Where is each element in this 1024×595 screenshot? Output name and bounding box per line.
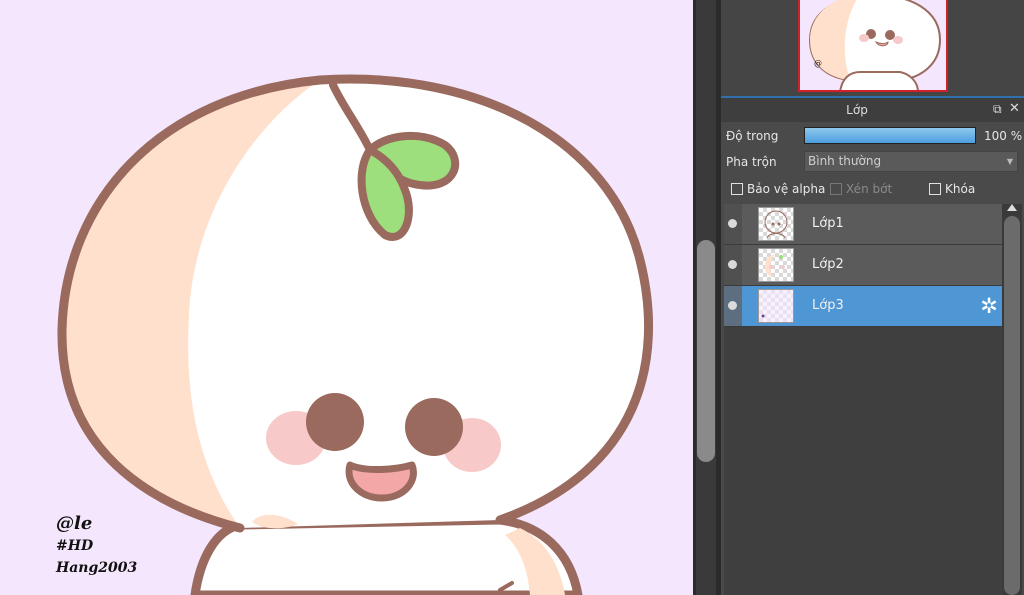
layer-name: Lớp2 [812, 257, 844, 272]
layer-thumbnail-image [759, 290, 793, 322]
navigator-preview-image: @ [808, 0, 942, 90]
visibility-dot-icon[interactable] [728, 219, 737, 228]
popout-icon[interactable]: ⧉ [993, 103, 1005, 115]
svg-text:@: @ [814, 59, 822, 68]
layer-list: Lớp1 Lớp2 Lớp3 ✲ [724, 204, 1004, 595]
protect-alpha-label: Bảo vệ alpha [747, 182, 826, 196]
signature-line-2: #HD [56, 538, 94, 554]
chevron-down-icon: ▼ [1006, 157, 1013, 166]
layer-list-scrollbar[interactable] [1002, 204, 1022, 595]
blend-mode-value: Bình thường [808, 154, 882, 168]
lock-label: Khóa [945, 182, 976, 196]
layer-thumbnail-image [764, 210, 788, 239]
protect-alpha-checkbox[interactable] [731, 183, 743, 195]
clipping-checkbox [830, 183, 842, 195]
layer-thumbnail [758, 289, 794, 323]
visibility-dot-icon[interactable] [728, 301, 737, 310]
artwork [57, 74, 653, 595]
blend-mode-label: Pha trộn [726, 155, 777, 169]
signature-line-1: @le [56, 513, 93, 534]
navigator-preview[interactable]: @ [798, 0, 948, 92]
gear-icon[interactable]: ✲ [978, 295, 1000, 317]
layer-name: Lớp1 [812, 216, 844, 231]
right-panel: @ Lớp ⧉ ✕ Độ trong 100 % Pha trộn Bình t… [721, 0, 1024, 595]
opacity-label: Độ trong [726, 129, 779, 143]
signature-line-3: Hang2003 [56, 560, 138, 576]
opacity-slider[interactable] [804, 127, 976, 144]
lock-checkbox[interactable] [929, 183, 941, 195]
layer-thumbnail [758, 207, 794, 241]
clipping-label: Xén bớt [846, 182, 893, 196]
layer-thumbnail [758, 248, 794, 282]
opacity-slider-fill [805, 128, 975, 143]
visibility-dot-icon[interactable] [728, 260, 737, 269]
scroll-up-arrow-icon[interactable] [1007, 204, 1017, 211]
layer-row-1[interactable]: Lớp1 [724, 204, 1002, 245]
layer-name: Lớp3 [812, 298, 844, 313]
blend-mode-select[interactable]: Bình thường ▼ [804, 151, 1018, 172]
layer-panel-title: Lớp [846, 103, 868, 117]
drawing-canvas[interactable]: @le #HD Hang2003 [0, 0, 693, 595]
layer-thumbnail-image [765, 254, 785, 277]
signature: @le #HD Hang2003 [56, 513, 137, 579]
layer-row-3[interactable]: Lớp3 ✲ [724, 286, 1002, 327]
layer-list-scroll-thumb[interactable] [1004, 216, 1020, 595]
layer-row-2[interactable]: Lớp2 [724, 245, 1002, 286]
navigator-panel: @ [721, 0, 1024, 98]
layer-panel-header: Lớp ⧉ ✕ [721, 98, 1024, 122]
opacity-value: 100 % [984, 129, 1023, 143]
close-icon[interactable]: ✕ [1009, 102, 1021, 116]
canvas-scroll-thumb[interactable] [697, 240, 715, 462]
